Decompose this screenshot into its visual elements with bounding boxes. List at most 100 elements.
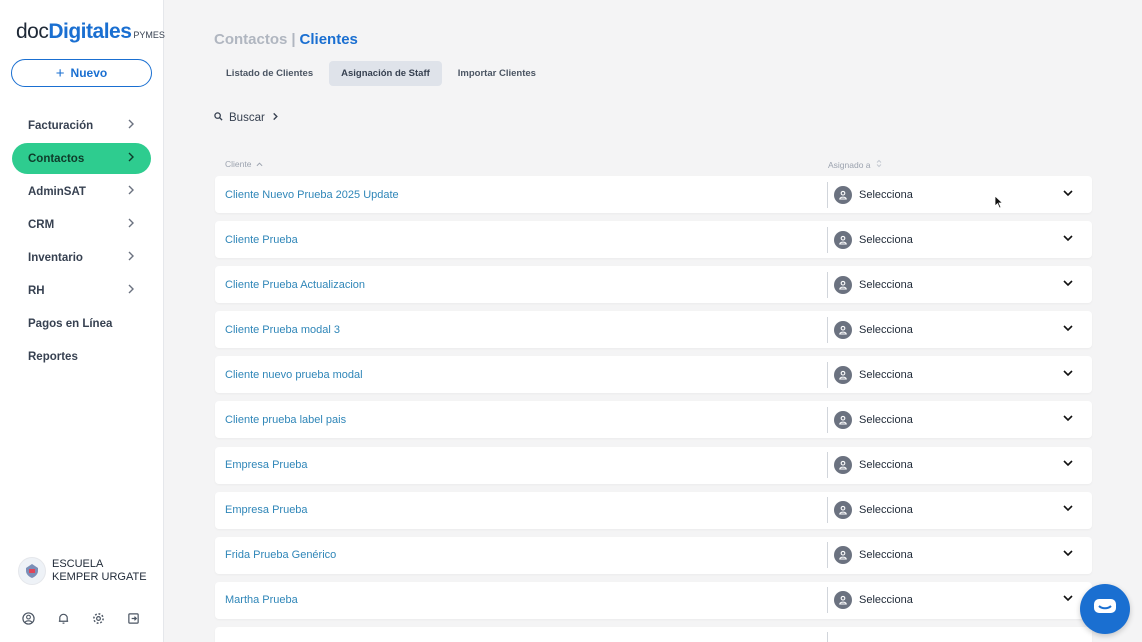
title-separator: | (291, 31, 296, 48)
staff-select-value: Selecciona (859, 413, 913, 426)
table-row: Cliente Prueba Actualizacion Selecciona (215, 266, 1092, 304)
bell-icon[interactable] (57, 612, 70, 625)
staff-select-value: Selecciona (859, 233, 913, 246)
logout-icon[interactable] (127, 612, 140, 625)
chevron-down-icon (1062, 591, 1074, 609)
chevron-down-icon (1062, 366, 1074, 384)
staff-select[interactable]: Selecciona (828, 456, 1092, 475)
column-header-assigned[interactable]: Asignado a (828, 159, 882, 170)
profile-icon[interactable] (22, 612, 35, 625)
client-name-link[interactable]: Cliente Nuevo Prueba 2025 Update (215, 189, 827, 201)
chevron-right-icon (271, 112, 280, 124)
client-name-link[interactable]: Martha Prueba (215, 594, 827, 606)
user-avatar-icon (834, 185, 852, 204)
sidebar-item-label: AdminSAT (28, 185, 86, 198)
chevron-down-icon (1062, 186, 1074, 204)
chevron-right-icon (125, 151, 137, 166)
user-name: ESCUELA KEMPER URGATE (52, 558, 147, 583)
sidebar-item-rh[interactable]: RH (12, 275, 151, 306)
user-avatar-icon (834, 591, 852, 610)
chat-support-button[interactable] (1080, 584, 1130, 634)
plus-icon: + (55, 64, 65, 82)
staff-select[interactable]: Selecciona (828, 365, 1092, 384)
client-name-link[interactable]: Cliente Prueba modal 3 (215, 324, 827, 336)
table-row: Frida Prueba Genérico Selecciona (215, 536, 1092, 574)
brand-doc: doc (16, 20, 49, 43)
chevron-down-icon (1062, 411, 1074, 429)
gear-icon[interactable] (92, 612, 105, 625)
sidebar-item-label: Inventario (28, 251, 83, 264)
sidebar-item-label: Contactos (28, 152, 85, 165)
search-toggle[interactable]: Buscar (214, 112, 280, 124)
table-row (215, 626, 1092, 642)
user-card[interactable]: ESCUELA KEMPER URGATE (18, 557, 152, 585)
client-name-link[interactable]: Frida Prueba Genérico (215, 549, 827, 561)
search-icon (214, 112, 223, 124)
staff-select[interactable]: Selecciona (828, 410, 1092, 429)
main-content: Contactos | Clientes Listado de Clientes A… (164, 0, 1142, 642)
staff-select[interactable]: Selecciona (828, 275, 1092, 294)
column-header-assigned-label: Asignado a (828, 159, 871, 170)
table-row: Empresa Prueba Selecciona (215, 446, 1092, 484)
sidebar-item-reportes[interactable]: Reportes (12, 341, 151, 372)
sidebar-item-crm[interactable]: CRM (12, 209, 151, 240)
column-divider (827, 632, 828, 642)
client-table: Cliente Nuevo Prueba 2025 Update Seleccio… (215, 176, 1092, 642)
staff-select[interactable]: Selecciona (828, 185, 1092, 204)
user-avatar-icon (834, 320, 852, 339)
sidebar-item-label: CRM (28, 218, 55, 231)
staff-select-value: Selecciona (859, 188, 913, 201)
tab-asignacion-staff[interactable]: Asignación de Staff (329, 61, 442, 86)
sidebar-item-facturación[interactable]: Facturación (12, 110, 151, 141)
page-title: Contactos | Clientes (214, 31, 358, 48)
staff-select-value: Selecciona (859, 368, 913, 381)
brand-logo[interactable]: doc Digitales PYMES (16, 20, 165, 44)
new-button[interactable]: + Nuevo (11, 59, 152, 87)
title-section[interactable]: Contactos (214, 31, 287, 48)
column-header-client[interactable]: Cliente (225, 159, 263, 169)
user-avatar-icon (834, 365, 852, 384)
sidebar-item-adminsat[interactable]: AdminSAT (12, 176, 151, 207)
table-row: Cliente Prueba Selecciona (215, 221, 1092, 259)
sidebar-item-contactos[interactable]: Contactos (12, 143, 151, 174)
chevron-right-icon (125, 118, 137, 133)
staff-select-value: Selecciona (859, 504, 913, 517)
chevron-right-icon (125, 283, 137, 298)
sidebar-nav: Facturación Contactos AdminSAT CRM Inventari… (12, 110, 151, 374)
tab-importar-clientes[interactable]: Importar Clientes (445, 61, 548, 86)
client-name-link[interactable]: Empresa Prueba (215, 459, 827, 471)
sort-icon (876, 159, 882, 170)
staff-select[interactable]: Selecciona (828, 320, 1092, 339)
mouse-cursor-icon (994, 195, 1004, 209)
chevron-down-icon (1062, 456, 1074, 474)
table-row: Cliente Prueba modal 3 Selecciona (215, 311, 1092, 349)
client-name-link[interactable]: Cliente nuevo prueba modal (215, 369, 827, 381)
tab-listado-clientes[interactable]: Listado de Clientes (214, 61, 326, 86)
user-avatar-icon (834, 230, 852, 249)
staff-select[interactable]: Selecciona (828, 591, 1092, 610)
sidebar-item-label: Pagos en Línea (28, 317, 113, 330)
tab-bar: Listado de Clientes Asignación de Staff … (214, 61, 548, 86)
client-name-link[interactable]: Empresa Prueba (215, 504, 827, 516)
sort-asc-icon (256, 159, 263, 169)
staff-select-value: Selecciona (859, 549, 913, 562)
client-name-link[interactable]: Cliente Prueba (215, 234, 827, 246)
chevron-right-icon (125, 217, 137, 232)
staff-select-value: Selecciona (859, 278, 913, 291)
sidebar-item-inventario[interactable]: Inventario (12, 242, 151, 273)
table-row: Cliente Nuevo Prueba 2025 Update Seleccio… (215, 176, 1092, 213)
sidebar-footer-icons (22, 612, 140, 625)
sidebar: doc Digitales PYMES + Nuevo Facturación Con… (0, 0, 165, 642)
table-row: Martha Prueba Selecciona (215, 581, 1092, 619)
sidebar-item-label: Facturación (28, 119, 94, 132)
staff-select-value: Selecciona (859, 459, 913, 472)
staff-select-value: Selecciona (859, 323, 913, 336)
client-name-link[interactable]: Cliente prueba label pais (215, 414, 827, 426)
staff-select[interactable]: Selecciona (828, 546, 1092, 565)
chevron-down-icon (1062, 231, 1074, 249)
sidebar-item-pagos-en-línea[interactable]: Pagos en Línea (12, 308, 151, 339)
staff-select[interactable]: Selecciona (828, 501, 1092, 520)
chevron-down-icon (1062, 276, 1074, 294)
client-name-link[interactable]: Cliente Prueba Actualizacion (215, 279, 827, 291)
staff-select[interactable]: Selecciona (828, 230, 1092, 249)
